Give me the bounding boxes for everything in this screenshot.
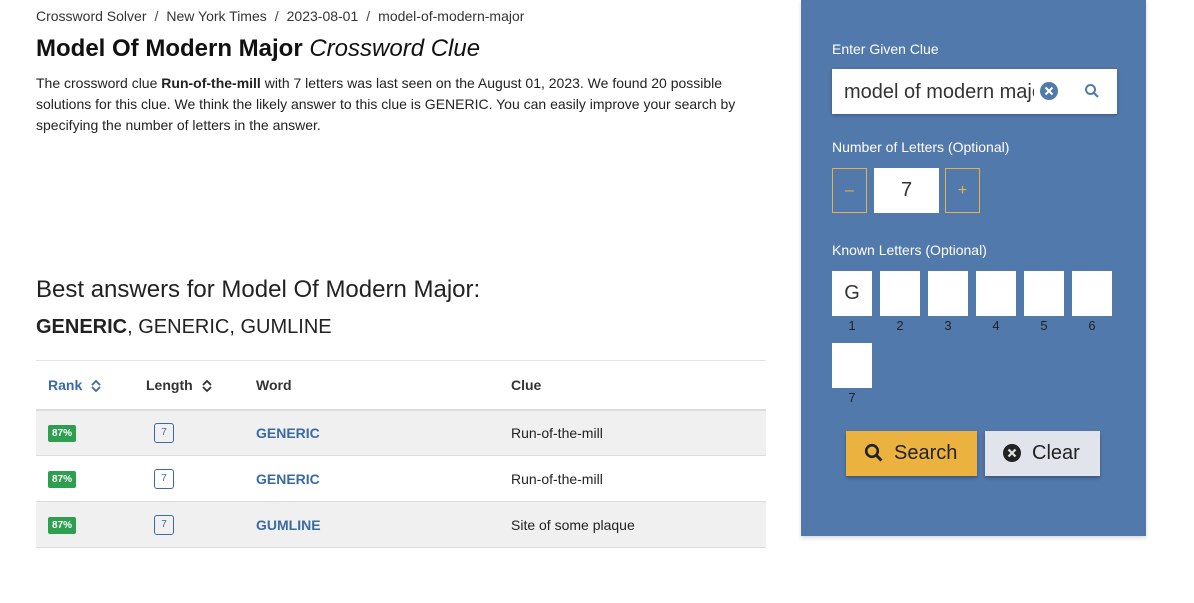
known-letter-box[interactable]	[1024, 271, 1064, 316]
search-icon[interactable]	[1084, 83, 1100, 99]
known-letter-box[interactable]	[1072, 271, 1112, 316]
rank-cell: 87%	[36, 409, 146, 456]
close-circle-icon	[1003, 444, 1021, 462]
letter-count-label: Number of Letters (Optional)	[832, 139, 1010, 155]
word-cell: GENERIC	[256, 455, 511, 502]
best-answers-list: GENERIC, GENERIC, GUMLINE	[36, 316, 332, 339]
breadcrumb-current: model-of-modern-major	[378, 8, 525, 24]
clue-cell: Site of some plaque	[511, 501, 766, 548]
word-cell: GUMLINE	[256, 501, 511, 548]
increment-button[interactable]: +	[945, 168, 980, 213]
best-answers-rest: , GENERIC, GUMLINE	[127, 316, 332, 338]
rank-badge: 87%	[48, 425, 77, 443]
table-row: 87% 7 GENERIC Run-of-the-mill	[36, 409, 766, 456]
answer-link[interactable]: GUMLINE	[256, 517, 321, 533]
search-icon	[864, 443, 883, 462]
breadcrumb-new-york-times[interactable]: New York Times	[166, 8, 266, 24]
length-cell: 7	[146, 409, 256, 456]
length-badge: 7	[154, 469, 174, 489]
length-cell: 7	[146, 501, 256, 548]
known-letter-number: 6	[1088, 318, 1096, 333]
sort-icon	[91, 379, 101, 393]
rank-cell: 87%	[36, 455, 146, 502]
breadcrumb-separator: /	[366, 8, 371, 24]
letter-count-input[interactable]: 7	[874, 168, 939, 213]
intro-clue: Run-of-the-mill	[161, 75, 261, 91]
clue-column-header: Clue	[511, 360, 766, 411]
sort-icon	[201, 379, 212, 393]
clue-input-label: Enter Given Clue	[832, 41, 939, 57]
rank-column-header[interactable]: Rank	[36, 360, 146, 411]
length-badge: 7	[154, 423, 174, 444]
known-letters-label: Known Letters (Optional)	[832, 242, 987, 258]
rank-cell: 87%	[36, 501, 146, 548]
breadcrumb: Crossword Solver / New York Times / 2023-08-…	[36, 8, 524, 24]
breadcrumb-date[interactable]: 2023-08-01	[287, 8, 359, 24]
known-letter-number: 1	[848, 318, 856, 333]
clear-input-icon[interactable]	[1040, 82, 1058, 100]
clue-cell: Run-of-the-mill	[511, 409, 766, 456]
known-letter-number: 7	[848, 390, 856, 405]
known-letter-number: 3	[944, 318, 952, 333]
best-answers-heading: Best answers for Model Of Modern Major:	[36, 276, 481, 303]
clear-button-label: Clear	[1032, 442, 1080, 464]
breadcrumb-separator: /	[154, 8, 159, 24]
clue-cell: Run-of-the-mill	[511, 455, 766, 502]
known-letter-number: 4	[992, 318, 1000, 333]
answer-link[interactable]: GENERIC	[256, 425, 320, 441]
known-letter-number: 2	[896, 318, 904, 333]
results-table: Rank Length Word Clue 87% 7 GENERIC Run-…	[36, 360, 766, 548]
intro-paragraph: The crossword clue Run-of-the-mill with …	[36, 73, 756, 136]
table-row: 87% 7 GUMLINE Site of some plaque	[36, 501, 766, 548]
length-badge: 7	[154, 515, 174, 535]
length-column-header[interactable]: Length	[146, 360, 256, 411]
length-header-label: Length	[146, 376, 193, 393]
page-title: Model Of Modern Major Crossword Clue	[36, 35, 480, 63]
known-letter-box[interactable]	[928, 271, 968, 316]
breadcrumb-crossword-solver[interactable]: Crossword Solver	[36, 8, 146, 24]
known-letter-box[interactable]: G	[832, 271, 872, 316]
rank-badge: 87%	[48, 517, 77, 534]
best-answer-top: GENERIC	[36, 316, 128, 338]
clue-input-wrapper	[832, 69, 1117, 114]
answer-link[interactable]: GENERIC	[256, 471, 320, 487]
search-panel: Enter Given Clue Number of Letters (Opti…	[801, 0, 1146, 536]
table-header-row: Rank Length Word Clue	[36, 360, 766, 411]
known-letter-box[interactable]	[880, 271, 920, 316]
table-row: 87% 7 GENERIC Run-of-the-mill	[36, 455, 766, 502]
length-cell: 7	[146, 455, 256, 502]
page-title-main: Model Of Modern Major	[36, 35, 303, 62]
clue-input[interactable]	[844, 79, 1034, 105]
decrement-button[interactable]: –	[832, 168, 867, 213]
intro-text-start: The crossword clue	[36, 75, 162, 91]
breadcrumb-separator: /	[274, 8, 279, 24]
clear-button[interactable]: Clear	[985, 431, 1100, 476]
word-cell: GENERIC	[256, 409, 511, 456]
known-letter-number: 5	[1040, 318, 1048, 333]
rank-header-label: Rank	[48, 376, 83, 393]
rank-badge: 87%	[48, 471, 77, 488]
known-letter-box[interactable]	[976, 271, 1016, 316]
page-title-suffix: Crossword Clue	[309, 35, 481, 62]
word-column-header: Word	[256, 360, 511, 411]
known-letter-box[interactable]	[832, 343, 872, 388]
search-button-label: Search	[894, 442, 958, 464]
search-button[interactable]: Search	[846, 431, 977, 476]
